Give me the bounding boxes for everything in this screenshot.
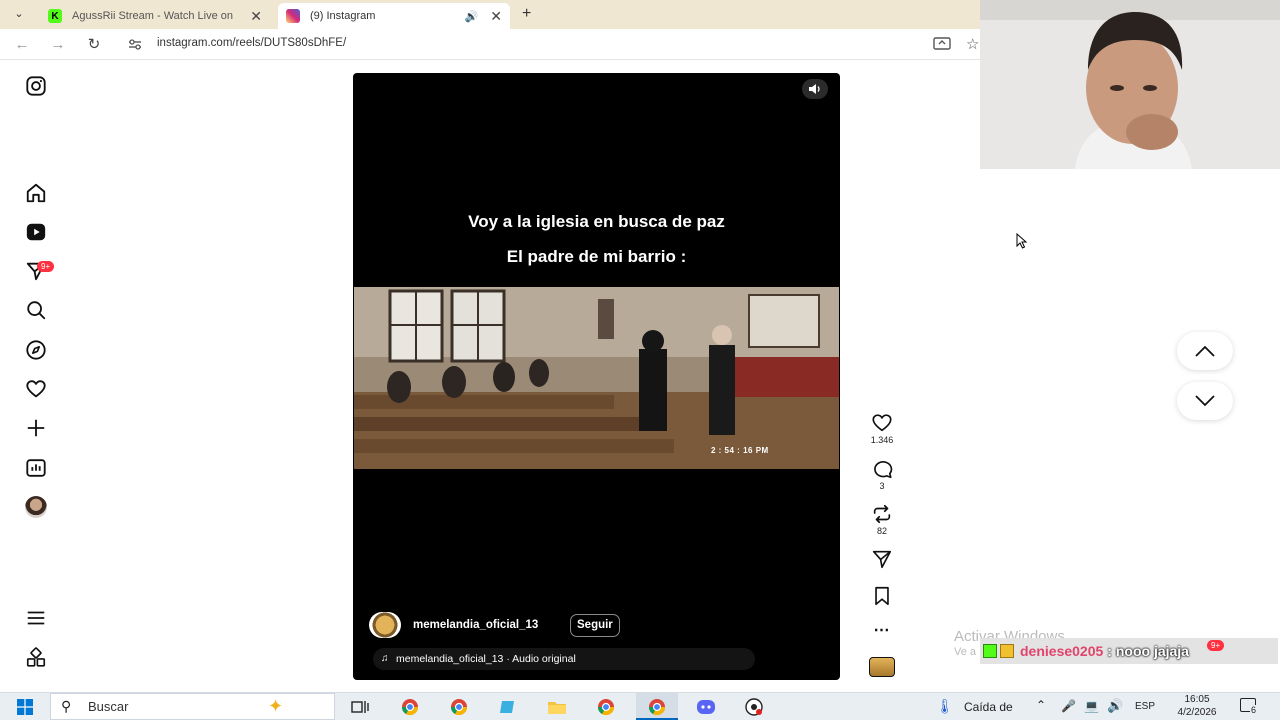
comment-bubble-icon[interactable] <box>871 458 893 480</box>
close-tab-icon[interactable]: ✕ <box>490 8 502 25</box>
chrome-profile-icon[interactable] <box>448 697 470 717</box>
chrome-active-icon[interactable] <box>646 697 668 717</box>
like-action[interactable]: 1.346 <box>866 412 898 445</box>
chat-notification-badge: 9+ <box>1207 640 1225 651</box>
notifications-heart-icon[interactable] <box>24 377 48 401</box>
chat-message-text: : nooo jajaja <box>1107 643 1189 659</box>
webcam-overlay <box>980 0 1280 169</box>
notes-app-icon[interactable] <box>497 697 519 717</box>
more-options-icon[interactable]: ⋯ <box>866 620 898 640</box>
previous-reel-button[interactable] <box>1177 332 1233 370</box>
back-arrow-icon[interactable]: ← <box>12 35 32 55</box>
browser-tab-strip: ⌄ K AgussRii Stream - Watch Live on ✕ (9… <box>0 0 980 29</box>
clock-time[interactable]: 16:05 <box>1172 694 1222 705</box>
tab-title: AgussRii Stream - Watch Live on <box>72 10 233 22</box>
cast-icon[interactable] <box>933 37 951 51</box>
volume-icon[interactable]: 🔊 <box>1107 698 1123 714</box>
church-video-frame: 2 : 54 : 16 PM <box>354 287 839 469</box>
more-menu-icon[interactable] <box>24 606 48 630</box>
music-note-icon: ♫ <box>381 653 389 664</box>
follow-button[interactable]: Seguir <box>570 614 620 637</box>
home-icon[interactable] <box>24 181 48 205</box>
chevron-up-icon <box>1195 345 1215 357</box>
author-username[interactable]: memelandia_oficial_13 <box>413 619 538 631</box>
search-icon[interactable] <box>24 298 48 322</box>
network-icon[interactable]: 💻 <box>1084 699 1099 713</box>
save-bookmark-icon[interactable] <box>871 585 893 607</box>
reel-caption-line2: El padre de mi barrio : <box>506 247 687 266</box>
tab-list-chevron-icon[interactable]: ⌄ <box>10 7 28 23</box>
comment-count: 3 <box>879 481 885 491</box>
stream-chat-message: deniese0205 : nooo jajaja <box>980 638 1278 664</box>
crown-badge-icon <box>1000 644 1014 658</box>
like-heart-icon[interactable] <box>871 412 893 434</box>
windows-taskbar: ⚲ Buscar ✦ 🌡 Caída de ⌃ 🎤 💻 🔊 ESP 16:05 … <box>0 692 1280 720</box>
repost-arrows-icon[interactable] <box>871 503 893 525</box>
site-settings-icon[interactable] <box>128 38 142 51</box>
kick-favicon-icon: K <box>48 9 62 23</box>
chevron-down-icon <box>1195 395 1215 407</box>
notification-count: 6 <box>1250 705 1258 715</box>
comment-action[interactable]: 3 <box>866 458 898 491</box>
address-bar-url[interactable]: instagram.com/reels/DUTS80sDhFE/ <box>157 37 346 49</box>
reel-caption-line1: Voy a la iglesia en busca de paz <box>468 212 725 231</box>
search-icon: ⚲ <box>61 698 72 714</box>
search-highlight-sparkle-icon: ✦ <box>268 696 284 716</box>
task-view-icon[interactable] <box>349 697 371 717</box>
mute-toggle-button[interactable] <box>802 79 828 99</box>
reload-icon[interactable]: ↻ <box>84 35 104 55</box>
profile-avatar[interactable] <box>24 495 48 519</box>
microphone-icon[interactable]: 🎤 <box>1061 699 1076 713</box>
close-tab-icon[interactable]: ✕ <box>250 8 262 25</box>
dashboard-chart-icon[interactable] <box>24 456 48 480</box>
bookmark-star-icon[interactable]: ☆ <box>966 35 979 53</box>
tab-agussrii-stream[interactable]: K AgussRii Stream - Watch Live on ✕ <box>40 3 270 29</box>
next-reel-button[interactable] <box>1177 382 1233 420</box>
tab-instagram[interactable]: (9) Instagram 🔊 ✕ <box>278 3 510 29</box>
instagram-favicon-icon <box>286 9 300 23</box>
instagram-logo-icon[interactable] <box>24 74 48 98</box>
create-plus-icon[interactable] <box>24 416 48 440</box>
repost-action[interactable]: 82 <box>866 503 898 536</box>
tab-title: (9) Instagram <box>310 10 376 22</box>
share-action[interactable] <box>866 548 898 570</box>
language-indicator[interactable]: ESP <box>1135 701 1155 712</box>
chrome-profile-2-icon[interactable] <box>595 697 617 717</box>
audio-label: memelandia_oficial_13 · Audio original <box>396 653 576 665</box>
taskbar-search-placeholder[interactable]: Buscar <box>88 699 128 714</box>
tab-audio-icon[interactable]: 🔊 <box>465 10 479 23</box>
start-windows-icon[interactable] <box>14 697 36 717</box>
also-from-meta-icon[interactable] <box>24 646 48 670</box>
windows-activation-subtext: Ve a <box>954 646 977 658</box>
share-send-icon[interactable] <box>871 548 893 570</box>
speaker-icon <box>809 84 820 94</box>
reel-video-player[interactable]: Voy a la iglesia en busca de paz El padr… <box>353 73 840 680</box>
browser-toolbar: ← → ↻ instagram.com/reels/DUTS80sDhFE/ ☆ <box>0 29 980 60</box>
clock-date[interactable]: 4/2/2026 <box>1172 707 1222 718</box>
chrome-icon[interactable] <box>399 697 421 717</box>
video-timestamp: 2 : 54 : 16 PM <box>711 446 769 455</box>
weather-text[interactable]: Caída de <box>964 700 1013 714</box>
audio-thumbnail[interactable] <box>869 657 895 677</box>
mouse-cursor-icon <box>1016 232 1028 254</box>
messages-badge: 9+ <box>37 261 55 272</box>
chat-badge-icon <box>983 644 997 658</box>
discord-icon[interactable] <box>695 697 717 717</box>
like-count: 1.346 <box>870 435 894 445</box>
file-explorer-icon[interactable] <box>546 697 568 717</box>
chat-username: deniese0205 <box>1020 643 1104 659</box>
reels-icon[interactable] <box>24 220 48 244</box>
show-hidden-icons-chevron-icon[interactable]: ⌃ <box>1036 698 1046 712</box>
author-avatar[interactable] <box>369 612 401 638</box>
obs-recording-icon[interactable] <box>743 697 765 717</box>
save-action[interactable] <box>866 585 898 607</box>
explore-compass-icon[interactable] <box>24 338 48 362</box>
new-tab-plus-icon[interactable]: + <box>522 5 538 23</box>
forward-arrow-icon[interactable]: → <box>48 35 68 55</box>
repost-count: 82 <box>876 526 887 536</box>
weather-icon[interactable]: 🌡 <box>936 698 954 715</box>
